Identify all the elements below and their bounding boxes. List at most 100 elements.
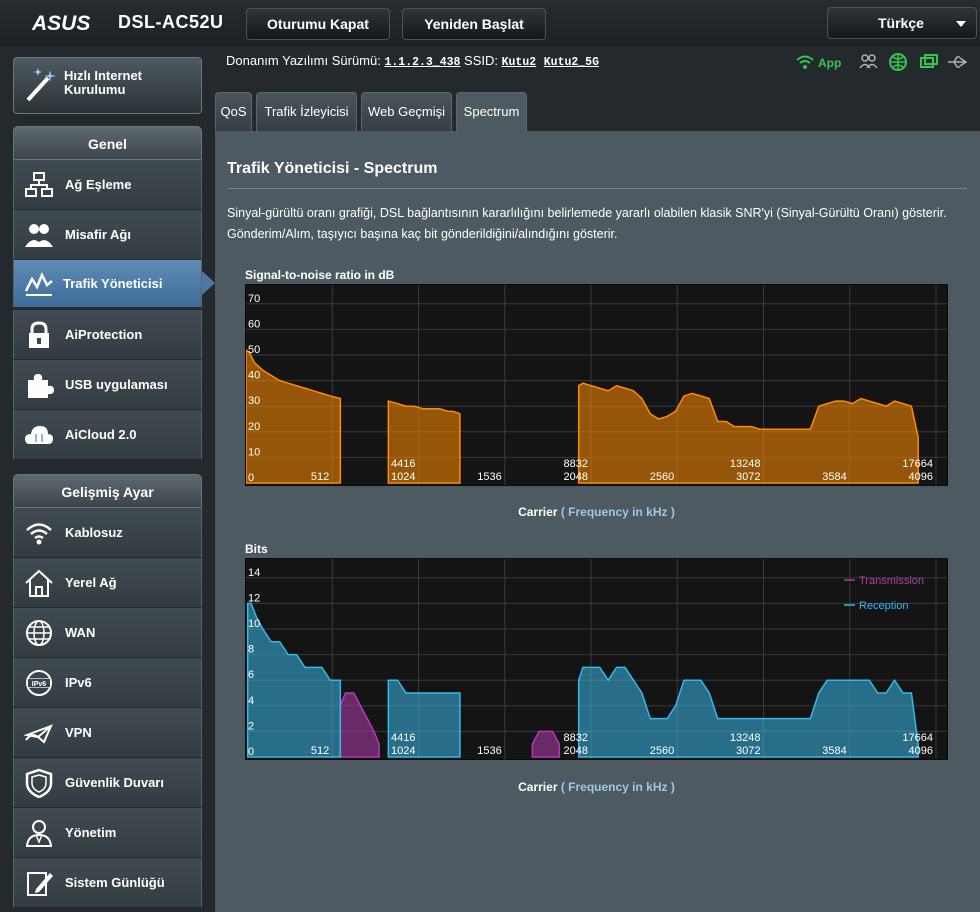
language-select[interactable]: Türkçe (827, 7, 977, 39)
y-tick-label: 14 (248, 567, 260, 579)
transmission-area-segment (339, 692, 380, 758)
x-tick-label: 1024 (391, 471, 415, 483)
sidebar-label: Sistem Günlüğü (65, 875, 165, 890)
sidebar-item-vpn[interactable]: VPN (13, 708, 202, 758)
admin-icon (25, 820, 53, 847)
sidebar-item-wan[interactable]: WAN (13, 608, 202, 658)
x-tick-label: 3072 (736, 471, 760, 483)
lock-icon (29, 321, 49, 348)
clients-icon[interactable] (858, 52, 878, 72)
sidebar-item-administration[interactable]: Yönetim (13, 808, 202, 858)
quick-setup-label: Hızlı Internet Kurulumu (64, 68, 143, 97)
shield-icon (25, 768, 53, 798)
usb-device-icon[interactable] (918, 52, 938, 72)
y-tick-label: 70 (248, 293, 260, 305)
frequency-tick-label: 4416 (391, 732, 415, 744)
advanced-section-header: Gelişmiş Ayar (13, 474, 202, 508)
model-name: DSL-AC52U (118, 12, 224, 32)
wifi-icon (796, 55, 814, 69)
sidebar-label: WAN (65, 625, 96, 640)
bits-chart-svg: 0 2 4 6 8 10 12 14 512 1024 1536 2048 2560 3072 3584 40… (246, 559, 947, 759)
y-tick-label: 30 (248, 395, 260, 407)
sidebar-label: Yönetim (65, 825, 117, 840)
wifi-icon (26, 523, 52, 545)
sidebar-label: IPv6 (65, 675, 92, 690)
sidebar-label: Kablosuz (65, 525, 123, 540)
y-tick-label: 6 (248, 669, 254, 681)
svg-text:IPv6: IPv6 (32, 681, 47, 688)
home-icon (25, 569, 53, 597)
firmware-info: Donanım Yazılımı Sürümü: 1.1.2.3_438 SSI… (226, 53, 599, 69)
x-tick-label: 2560 (650, 471, 674, 483)
carrier-unit: ( Frequency in kHz ) (560, 505, 675, 519)
ipv6-icon: IPv6 (26, 670, 52, 696)
page-title: Trafik Yöneticisi - Spectrum (227, 160, 438, 177)
legend-label: Transmission (859, 575, 924, 587)
logout-button[interactable]: Oturumu Kapat (246, 8, 390, 40)
guest-network-icon (25, 224, 53, 247)
cloud-icon (25, 426, 53, 444)
x-tick-label: 1536 (477, 745, 501, 757)
magic-wand-icon (26, 68, 56, 102)
sidebar-label: AiCloud 2.0 (65, 427, 137, 442)
x-tick-label: 1536 (477, 471, 501, 483)
ssid-link-5g[interactable]: Kutu2_5G (544, 56, 599, 69)
sidebar-label: USB uygulaması (65, 377, 168, 392)
app-status[interactable]: App (795, 52, 845, 72)
sidebar-item-lan[interactable]: Yerel Ağ (13, 558, 202, 608)
frequency-tick-label: 4416 (391, 458, 415, 470)
sidebar-item-usb-application[interactable]: USB uygulaması (13, 360, 202, 410)
language-value: Türkçe (878, 15, 924, 31)
vpn-icon (24, 724, 53, 744)
sidebar-item-aiprotection[interactable]: AiProtection (13, 310, 202, 360)
x-tick-label: 4096 (909, 471, 933, 483)
transmission-area-segment (531, 730, 561, 758)
sidebar-item-firewall[interactable]: Güvenlik Duvarı (13, 758, 202, 808)
bits-chart-title: Bits (245, 542, 268, 556)
tab-qos[interactable]: QoS (215, 92, 252, 131)
tab-traffic-monitor[interactable]: Trafik İzleyicisi (256, 92, 357, 131)
sidebar-item-wireless[interactable]: Kablosuz (13, 508, 202, 558)
x-tick-label: 2560 (650, 745, 674, 757)
frequency-tick-label: 13248 (730, 458, 761, 470)
sidebar-label: VPN (65, 725, 92, 740)
y-tick-label: 20 (248, 421, 260, 433)
reboot-button[interactable]: Yeniden Başlat (402, 8, 546, 40)
sidebar-label: Ağ Eşleme (65, 177, 132, 192)
title-divider (227, 188, 967, 189)
sidebar-item-aicloud[interactable]: AiCloud 2.0 (13, 410, 202, 460)
snr-chart: 0 10 20 30 40 50 60 70 512 1024 1536 2048 2560 3072 35… (245, 284, 948, 486)
globe-icon (26, 620, 52, 646)
sidebar-label: Misafir Ağı (65, 227, 131, 242)
traffic-manager-icon (24, 271, 53, 296)
y-tick-label: 2 (248, 720, 254, 732)
ssid-link-2g[interactable]: Kutu2 (502, 56, 537, 69)
sidebar-label: Yerel Ağ (65, 575, 117, 590)
usb-icon[interactable] (946, 52, 968, 72)
network-map-icon (25, 172, 53, 197)
sidebar-item-system-log[interactable]: Sistem Günlüğü (13, 858, 202, 908)
y-tick-label: 10 (248, 446, 260, 458)
reception-area-segment (246, 602, 342, 758)
tab-web-history[interactable]: Web Geçmişi (361, 92, 452, 131)
active-item-pointer (202, 271, 215, 295)
x-tick-label: 3072 (736, 745, 760, 757)
y-tick-label: 60 (248, 318, 260, 330)
sidebar-item-guest-network[interactable]: Misafir Ağı (13, 210, 202, 260)
legend-label: Reception (859, 600, 909, 612)
frequency-tick-label: 8832 (564, 732, 588, 744)
y-tick-label: 8 (248, 644, 254, 656)
y-tick-label: 0 (248, 746, 254, 758)
chevron-down-icon (956, 21, 966, 27)
sidebar-item-traffic-manager[interactable]: Trafik Yöneticisi (13, 260, 202, 308)
sidebar-label: Güvenlik Duvarı (65, 775, 164, 790)
app-label: App (818, 56, 841, 70)
sidebar-item-network-map[interactable]: Ağ Eşleme (13, 160, 202, 210)
internet-globe-icon[interactable] (888, 52, 908, 72)
sidebar-item-ipv6[interactable]: IPv6 IPv6 (13, 658, 202, 708)
x-tick-label: 1024 (391, 745, 415, 757)
x-tick-label: 512 (311, 745, 329, 757)
quick-internet-setup-button[interactable]: Hızlı Internet Kurulumu (13, 57, 202, 114)
tab-spectrum[interactable]: Spectrum (456, 92, 527, 132)
firmware-version-link[interactable]: 1.1.2.3_438 (384, 56, 460, 69)
